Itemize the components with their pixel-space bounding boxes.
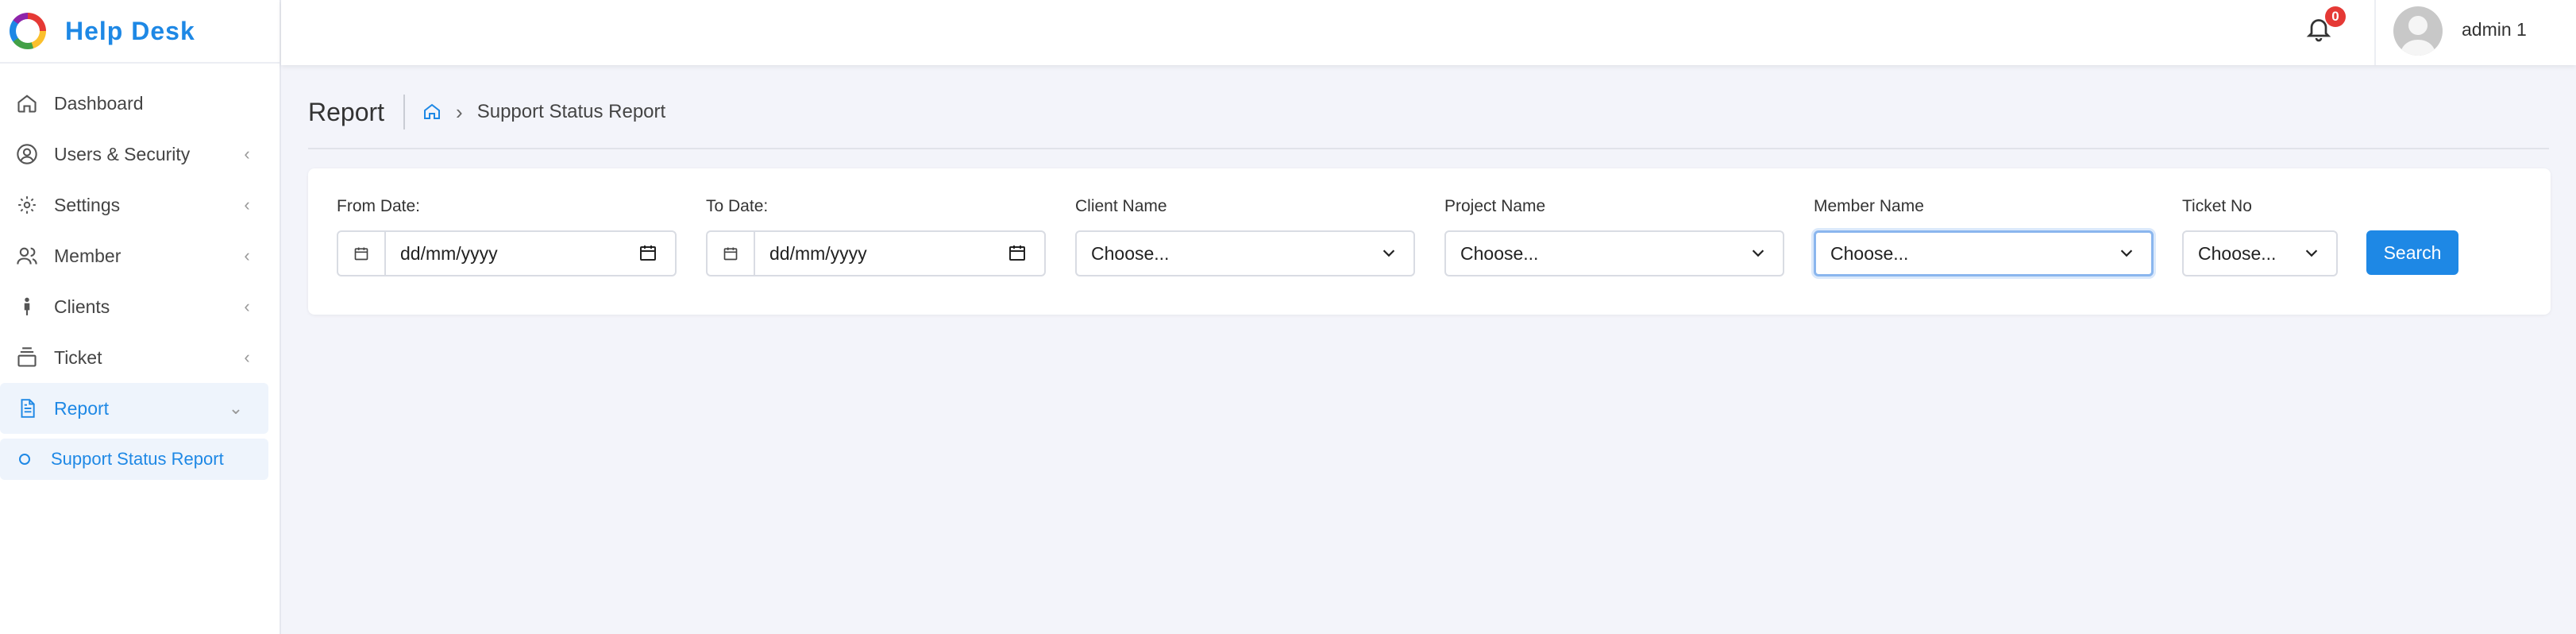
person-icon: [14, 294, 40, 319]
chevron-down-icon: [2118, 244, 2137, 263]
sidebar-item-dashboard[interactable]: Dashboard: [0, 78, 280, 129]
from-date-value: dd/mm/yyyy: [400, 242, 498, 264]
sidebar-item-label: Report: [54, 397, 110, 419]
to-date-value: dd/mm/yyyy: [769, 242, 867, 264]
gear-icon: [14, 192, 40, 218]
page-title: Report: [308, 95, 406, 130]
chevron-down-icon: [1380, 244, 1399, 263]
divider: [308, 148, 2549, 149]
topbar-divider: [2374, 0, 2376, 65]
chevron-left-icon: ‹: [244, 144, 250, 164]
sidebar-nav: Dashboard Users & Security ‹ Settings ‹ …: [0, 64, 280, 480]
project-name-field: Project Name Choose...: [1444, 197, 1784, 276]
sidebar-item-label: Users & Security: [54, 143, 191, 164]
sidebar-item-report[interactable]: Report ⌄: [0, 383, 268, 434]
sidebar-item-label: Settings: [54, 194, 121, 215]
notification-badge: 0: [2325, 6, 2346, 27]
chevron-down-icon: [1749, 244, 1768, 263]
top-bar: [281, 0, 2576, 65]
breadcrumb-current: Support Status Report: [476, 101, 666, 122]
sidebar-item-settings[interactable]: Settings ‹: [0, 180, 280, 230]
sidebar-item-member[interactable]: Member ‹: [0, 230, 280, 281]
member-name-label: Member Name: [1814, 197, 1924, 215]
from-date-input[interactable]: dd/mm/yyyy: [337, 230, 677, 276]
chevron-down-icon: ⌄: [228, 398, 244, 418]
sidebar-subitem-support-status-report[interactable]: Support Status Report: [0, 439, 268, 480]
chevron-left-icon: ‹: [244, 296, 250, 316]
to-date-label: To Date:: [706, 197, 769, 215]
chevron-left-icon: ‹: [244, 245, 250, 265]
project-name-label: Project Name: [1444, 197, 1546, 215]
chevron-right-icon: ›: [456, 99, 463, 124]
sidebar-item-label: Member: [54, 245, 121, 266]
app-title: Help Desk: [65, 16, 195, 45]
from-date-field: From Date: dd/mm/yyyy: [337, 197, 677, 276]
breadcrumb: Report › Support Status Report: [308, 94, 665, 130]
member-name-select[interactable]: Choose...: [1814, 230, 2154, 276]
document-icon: [14, 396, 40, 421]
filter-card: From Date: dd/mm/yyyy To Date: dd/mm/yyy…: [308, 168, 2551, 315]
home-icon: [14, 91, 40, 116]
user-circle-icon: [14, 141, 40, 167]
member-name-value: Choose...: [1830, 242, 1909, 264]
chevron-left-icon: ‹: [244, 347, 250, 367]
ticket-no-select[interactable]: Choose...: [2182, 230, 2338, 276]
client-name-select[interactable]: Choose...: [1075, 230, 1415, 276]
from-date-label: From Date:: [337, 197, 421, 215]
client-name-value: Choose...: [1091, 242, 1170, 264]
project-name-value: Choose...: [1460, 242, 1539, 264]
sidebar-subitem-label: Support Status Report: [51, 449, 224, 469]
search-button[interactable]: Search: [2366, 230, 2458, 275]
avatar[interactable]: [2393, 6, 2443, 56]
users-icon: [14, 243, 40, 269]
calendar-icon: [708, 232, 755, 275]
client-name-label: Client Name: [1075, 197, 1167, 215]
logo-icon: [10, 13, 46, 49]
sidebar-item-clients[interactable]: Clients ‹: [0, 281, 280, 332]
sidebar-item-label: Clients: [54, 296, 110, 317]
sidebar: Help Desk Dashboard Users & Security ‹ S…: [0, 0, 281, 634]
project-name-select[interactable]: Choose...: [1444, 230, 1784, 276]
ticket-no-field: Ticket No Choose...: [2182, 197, 2338, 276]
to-date-field: To Date: dd/mm/yyyy: [706, 197, 1046, 276]
chevron-left-icon: ‹: [244, 195, 250, 215]
ticket-no-value: Choose...: [2198, 242, 2277, 264]
date-picker-icon[interactable]: [1008, 243, 1028, 264]
client-name-field: Client Name Choose...: [1075, 197, 1415, 276]
to-date-input[interactable]: dd/mm/yyyy: [706, 230, 1046, 276]
member-name-field: Member Name Choose...: [1814, 197, 2154, 276]
notification-button[interactable]: 0: [2304, 6, 2346, 46]
user-name[interactable]: admin 1: [2462, 19, 2527, 41]
calendar-icon: [338, 232, 386, 275]
sidebar-item-ticket[interactable]: Ticket ‹: [0, 332, 280, 383]
stack-icon: [14, 345, 40, 370]
bell-icon: [2304, 19, 2333, 46]
ticket-no-label: Ticket No: [2182, 197, 2252, 215]
chevron-down-icon: [2303, 244, 2322, 263]
date-picker-icon[interactable]: [638, 243, 659, 264]
home-icon[interactable]: [422, 102, 443, 122]
sidebar-item-label: Ticket: [54, 346, 102, 368]
brand[interactable]: Help Desk: [0, 0, 280, 64]
sidebar-item-label: Dashboard: [54, 92, 144, 114]
circle-icon: [19, 454, 30, 465]
sidebar-item-users-security[interactable]: Users & Security ‹: [0, 129, 280, 180]
